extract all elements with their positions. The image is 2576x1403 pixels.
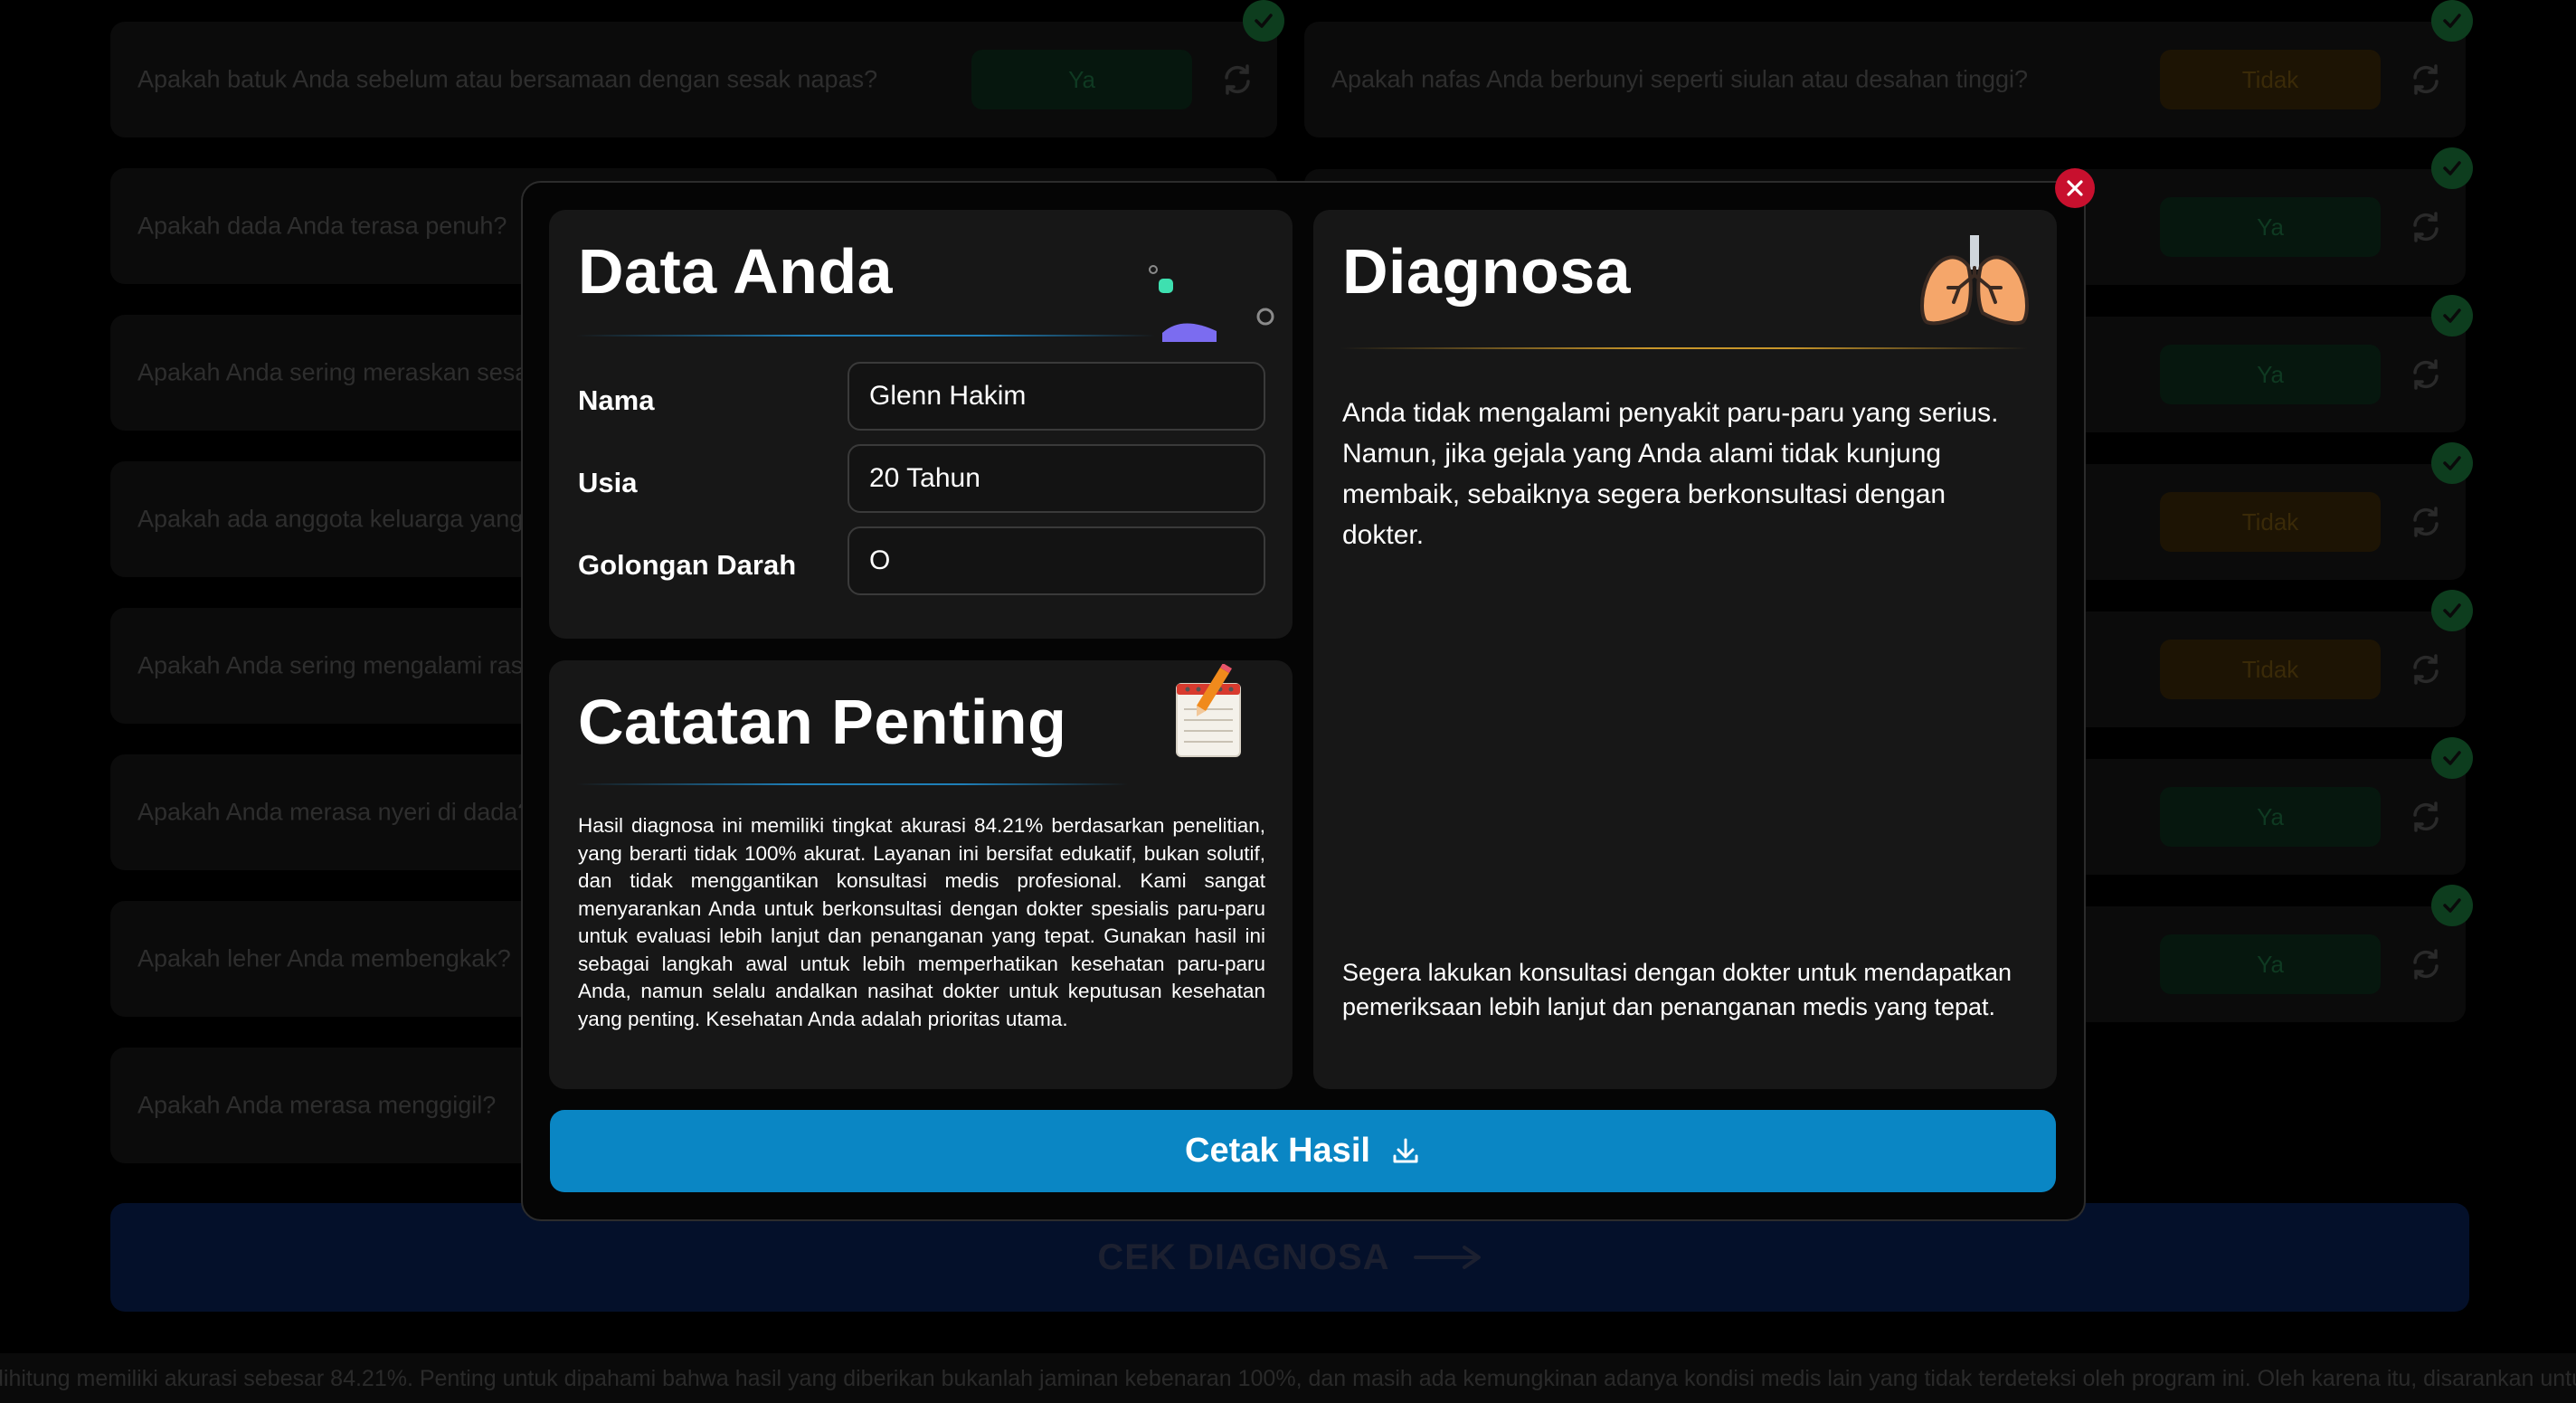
answered-check-icon [2431,0,2473,42]
refresh-icon[interactable] [2408,504,2444,540]
diagnosis-divider [1340,347,2028,349]
name-field: Glenn Hakim [848,362,1265,431]
question-text: Apakah Anda merasa menggigil? [137,1091,497,1119]
question-card: Apakah nafas Anda berbunyi seperti siula… [1304,0,2473,137]
user-data-title: Data Anda [578,236,894,307]
answered-check-icon [2431,885,2473,926]
diagnosis-footer-text: Segera lakukan konsultasi dengan dokter … [1342,959,2012,1020]
close-icon [2067,180,2083,196]
answer-button[interactable]: Tidak [2160,640,2381,699]
question-text: Apakah Anda merasa nyeri di dada? [137,798,532,826]
refresh-icon[interactable] [2408,799,2444,835]
important-notes-panel: Catatan Penting Hasil diagnosa ini memil… [549,660,1293,1089]
refresh-icon[interactable] [2408,651,2444,687]
blood-type-field: O [848,526,1265,595]
user-data-panel: Data Anda Nama Glenn Hakim Usia 20 Tahun… [549,210,1293,639]
refresh-icon[interactable] [2408,62,2444,98]
question-card: Apakah batuk Anda sebelum atau bersamaan… [110,0,1284,137]
diagnosis-panel: Diagnosa Anda tidak mengalami penyakit p… [1313,210,2057,1089]
notepad-icon [1176,664,1241,757]
user-data-divider [576,335,1155,337]
answer-button[interactable]: Ya [971,50,1192,109]
answered-check-icon [1243,0,1284,42]
question-text: Apakah Anda sering mengalami rasa [137,651,537,679]
diagnosis-title: Diagnosa [1342,236,1632,307]
illustration-icon [1149,265,1274,342]
important-notes-divider [576,783,1128,785]
age-field: 20 Tahun [848,444,1265,513]
diagnosis-result-text: Anda tidak mengalami penyakit paru-paru … [1342,398,1999,550]
important-notes-text: Hasil diagnosa ini memiliki tingkat akur… [578,814,1265,1030]
age-label: Usia [578,467,638,498]
refresh-icon[interactable] [2408,356,2444,393]
refresh-icon[interactable] [2408,209,2444,245]
answered-check-icon [2431,442,2473,484]
download-icon [1393,1138,1418,1162]
check-diagnosis-label: CEK DIAGNOSA [1097,1237,1390,1277]
refresh-icon[interactable] [2408,946,2444,982]
print-result-label: Cetak Hasil [1185,1132,1370,1170]
answer-button[interactable]: Ya [2160,345,2381,404]
question-text: Apakah batuk Anda sebelum atau bersamaan… [137,65,878,93]
print-result-button[interactable]: Cetak Hasil [550,1110,2056,1192]
question-text: Apakah nafas Anda berbunyi seperti siula… [1331,65,2029,93]
answer-button[interactable]: Ya [2160,197,2381,257]
refresh-icon[interactable] [1219,62,1255,98]
lungs-icon [1920,235,2029,326]
disclaimer-ticker: dihitung memiliki akurasi sebesar 84.21%… [0,1353,2576,1403]
question-text: Apakah leher Anda membengkak? [137,944,511,972]
close-modal-button[interactable] [2055,168,2095,208]
answered-check-icon [2431,590,2473,631]
blood-type-label: Golongan Darah [578,549,797,581]
important-notes-title: Catatan Penting [578,687,1067,757]
answer-button[interactable]: Ya [2160,934,2381,994]
answer-button[interactable]: Tidak [2160,492,2381,552]
arrow-right-icon [1413,1246,1481,1269]
ticker-text: dihitung memiliki akurasi sebesar 84.21%… [0,1366,2576,1391]
answer-button[interactable]: Ya [2160,787,2381,847]
answered-check-icon [2431,737,2473,779]
answer-button[interactable]: Tidak [2160,50,2381,109]
question-text: Apakah dada Anda terasa penuh? [137,212,507,240]
question-text: Apakah ada anggota keluarga yang m [137,505,551,533]
answered-check-icon [2431,295,2473,337]
name-label: Nama [578,384,655,416]
answered-check-icon [2431,147,2473,189]
